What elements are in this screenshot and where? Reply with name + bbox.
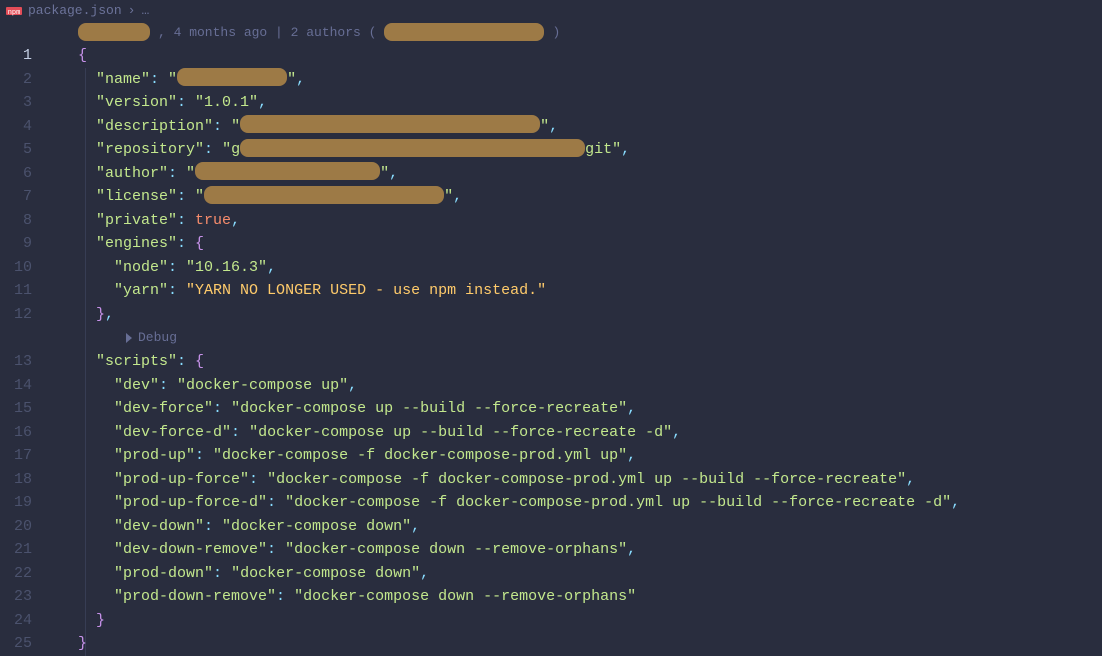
code-area[interactable]: { "name": "", "version": "1.0.1", "descr… <box>52 44 1102 656</box>
line-number[interactable]: 22 <box>0 562 32 586</box>
line-number[interactable]: 3 <box>0 91 32 115</box>
code-line[interactable]: "description": "", <box>52 115 1102 139</box>
code-line[interactable]: "private": true, <box>52 209 1102 233</box>
redacted-description <box>240 115 540 133</box>
line-number[interactable]: 18 <box>0 468 32 492</box>
line-number[interactable]: 20 <box>0 515 32 539</box>
line-number[interactable]: 17 <box>0 444 32 468</box>
code-line[interactable]: } <box>52 609 1102 633</box>
line-number[interactable]: 6 <box>0 162 32 186</box>
code-line[interactable]: "dev-down-remove": "docker-compose down … <box>52 538 1102 562</box>
code-line[interactable]: "dev-force": "docker-compose up --build … <box>52 397 1102 421</box>
code-line[interactable]: "repository": "ggit", <box>52 138 1102 162</box>
indent-guide <box>85 68 86 656</box>
line-number[interactable]: 13 <box>0 350 32 374</box>
code-line[interactable]: "dev": "docker-compose up", <box>52 374 1102 398</box>
line-number[interactable]: 19 <box>0 491 32 515</box>
redacted-repo <box>240 139 585 157</box>
redacted-license <box>204 186 444 204</box>
svg-text:npm: npm <box>8 9 21 17</box>
blame-text: , 4 months ago | 2 authors ( <box>158 21 376 45</box>
line-number[interactable]: 23 <box>0 585 32 609</box>
code-line[interactable]: "prod-up-force": "docker-compose -f dock… <box>52 468 1102 492</box>
line-number[interactable]: 4 <box>0 115 32 139</box>
debug-label: Debug <box>138 326 177 350</box>
breadcrumb-sep: › <box>128 0 136 23</box>
line-number[interactable]: 24 <box>0 609 32 633</box>
json-file-icon: npm <box>6 5 22 17</box>
breadcrumb-file[interactable]: package.json <box>28 0 122 23</box>
line-number[interactable]: 5 <box>0 138 32 162</box>
breadcrumb[interactable]: npm package.json › … <box>0 0 1102 22</box>
code-line[interactable]: "author": "", <box>52 162 1102 186</box>
code-line[interactable]: "yarn": "YARN NO LONGER USED - use npm i… <box>52 279 1102 303</box>
redacted-author-value <box>195 162 380 180</box>
code-line[interactable]: "dev-force-d": "docker-compose up --buil… <box>52 421 1102 445</box>
redacted-authors-list <box>384 23 544 41</box>
line-number[interactable]: 12 <box>0 303 32 327</box>
code-line[interactable]: "license": "", <box>52 185 1102 209</box>
code-line[interactable]: } <box>52 632 1102 656</box>
line-number[interactable]: 1 <box>0 44 32 68</box>
code-line[interactable]: "scripts": { <box>52 350 1102 374</box>
line-number[interactable]: 15 <box>0 397 32 421</box>
redacted-author <box>78 23 150 41</box>
code-line[interactable]: "prod-down-remove": "docker-compose down… <box>52 585 1102 609</box>
line-number[interactable]: 14 <box>0 374 32 398</box>
breadcrumb-more[interactable]: … <box>141 0 149 23</box>
code-line[interactable]: "dev-down": "docker-compose down", <box>52 515 1102 539</box>
line-number[interactable]: 16 <box>0 421 32 445</box>
code-editor[interactable]: 1 2 3 4 5 6 7 8 9 10 11 12 13 14 15 16 1… <box>0 44 1102 656</box>
code-line[interactable]: "version": "1.0.1", <box>52 91 1102 115</box>
play-icon <box>126 333 132 343</box>
code-line[interactable]: "prod-down": "docker-compose down", <box>52 562 1102 586</box>
line-number[interactable]: 9 <box>0 232 32 256</box>
code-line[interactable]: "prod-up-force-d": "docker-compose -f do… <box>52 491 1102 515</box>
code-line[interactable]: "prod-up": "docker-compose -f docker-com… <box>52 444 1102 468</box>
debug-codelens[interactable]: Debug <box>52 328 1102 348</box>
code-line[interactable]: "name": "", <box>52 68 1102 92</box>
line-number-gutter: 1 2 3 4 5 6 7 8 9 10 11 12 13 14 15 16 1… <box>0 44 52 656</box>
gitlens-blame[interactable]: , 4 months ago | 2 authors ( ) <box>0 22 1102 44</box>
line-number[interactable]: 7 <box>0 185 32 209</box>
line-number[interactable]: 8 <box>0 209 32 233</box>
line-number[interactable]: 2 <box>0 68 32 92</box>
line-number[interactable]: 25 <box>0 632 32 656</box>
code-line[interactable]: }, <box>52 303 1102 327</box>
code-line[interactable]: { <box>52 44 1102 68</box>
code-line[interactable]: "node": "10.16.3", <box>52 256 1102 280</box>
line-number[interactable]: 11 <box>0 279 32 303</box>
blame-close: ) <box>552 21 560 45</box>
redacted-name <box>177 68 287 86</box>
line-number[interactable]: 21 <box>0 538 32 562</box>
code-line[interactable]: "engines": { <box>52 232 1102 256</box>
line-number[interactable]: 10 <box>0 256 32 280</box>
